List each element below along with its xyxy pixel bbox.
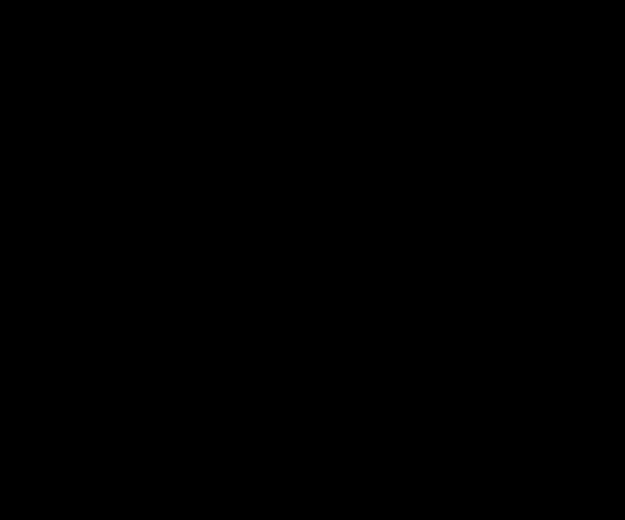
app-window — [0, 0, 625, 520]
chart-wheel — [0, 0, 625, 520]
